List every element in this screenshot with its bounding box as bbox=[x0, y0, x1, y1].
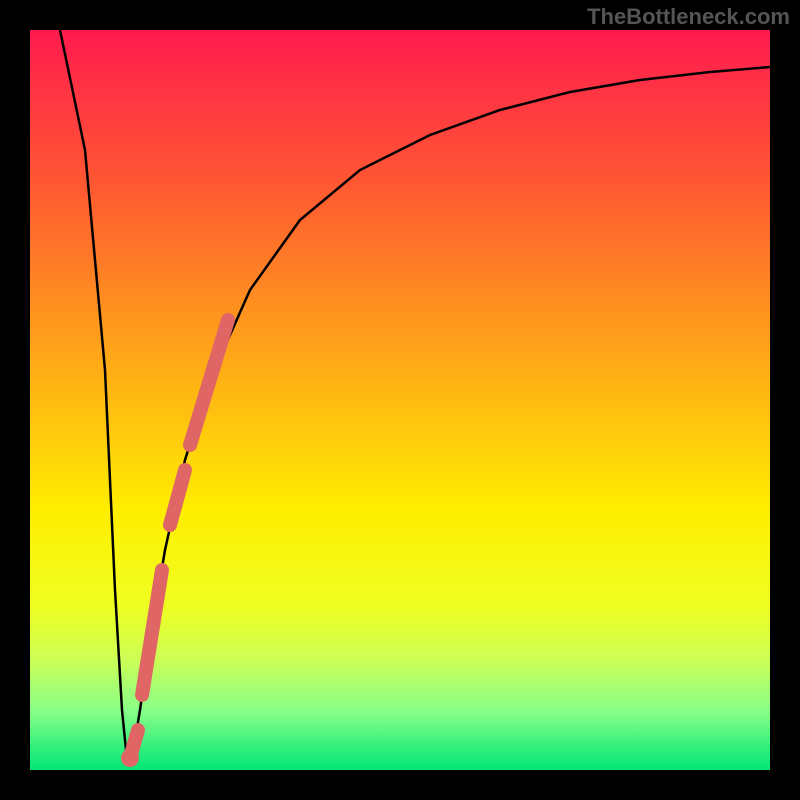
highlight-segment-4 bbox=[130, 730, 138, 758]
highlight-segment-1 bbox=[190, 320, 228, 445]
bottleneck-curve bbox=[60, 30, 770, 765]
highlight-segment-3 bbox=[142, 570, 162, 695]
watermark-text: TheBottleneck.com bbox=[587, 4, 790, 30]
highlight-segment-2 bbox=[170, 470, 185, 525]
chart-svg bbox=[30, 30, 770, 770]
